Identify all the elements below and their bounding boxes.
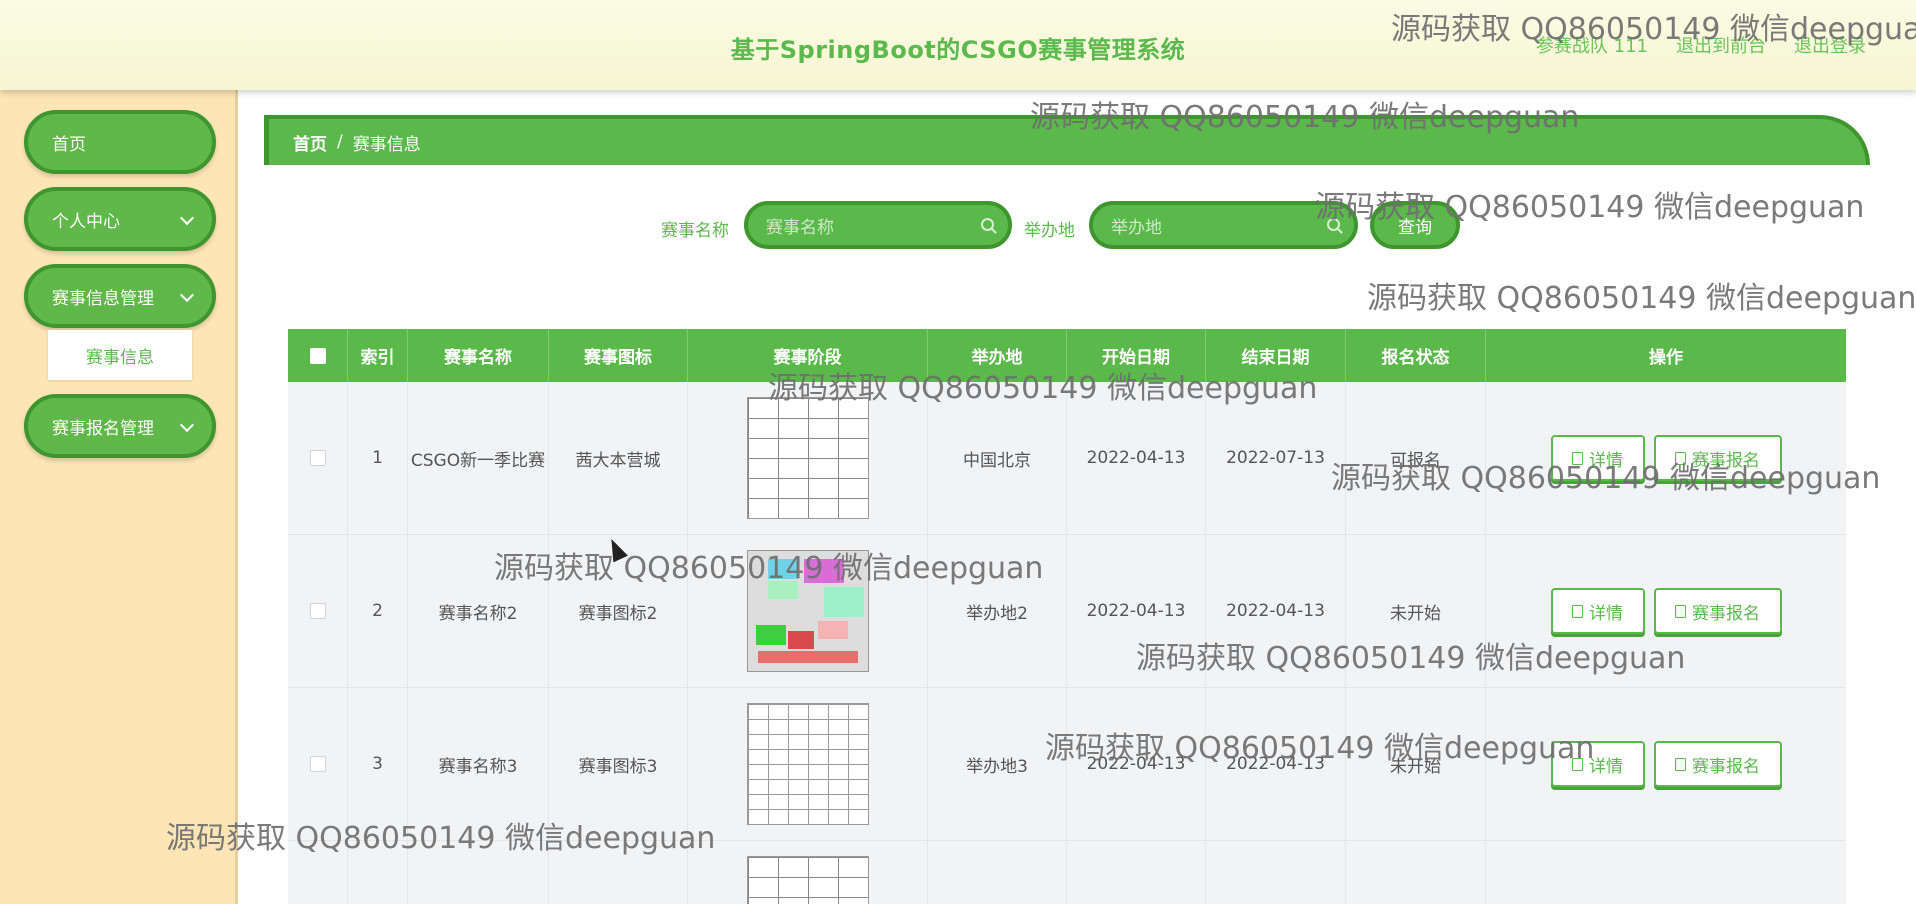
place-placeholder: 举办地 xyxy=(1111,217,1162,238)
watermark-text: 源码获取 QQ86050149 微信deepguan xyxy=(1315,190,1865,225)
watermark-text: 源码获取 QQ86050149 微信deepguan xyxy=(166,821,716,856)
stage-image[interactable] xyxy=(746,856,869,904)
actions-cell xyxy=(1486,841,1846,904)
breadcrumb-current: 赛事信息 xyxy=(352,134,421,155)
select-all-cell xyxy=(288,329,348,382)
start-date-cell xyxy=(1067,841,1206,904)
column-header: 操作 xyxy=(1649,348,1683,368)
sidebar-item-event-management[interactable]: 赛事信息管理 xyxy=(24,264,216,328)
event-name-input[interactable]: 赛事名称 xyxy=(744,201,1012,249)
select-all-checkbox[interactable] xyxy=(309,347,326,364)
chevron-down-icon xyxy=(179,417,195,433)
index-cell: 2 xyxy=(348,535,408,687)
breadcrumb-separator: / xyxy=(337,132,343,152)
column-header: 赛事名称 xyxy=(408,329,549,382)
chevron-down-icon xyxy=(179,287,195,303)
place-label: 举办地 xyxy=(1024,221,1075,241)
sidebar-divider xyxy=(235,90,238,904)
sidebar-item-label: 赛事报名管理 xyxy=(52,418,154,439)
row-checkbox[interactable] xyxy=(309,756,326,772)
sidebar-item-personal-center[interactable]: 个人中心 xyxy=(24,187,216,251)
event-stage-cell xyxy=(688,688,928,840)
place-cell xyxy=(928,841,1067,904)
column-header: 赛事图标 xyxy=(549,329,688,382)
event-icon-cell: 茜大本营城 xyxy=(549,382,688,534)
sidebar-item-label: 赛事信息管理 xyxy=(52,288,154,309)
stage-image[interactable] xyxy=(746,397,869,519)
watermark-text: 源码获取 QQ86050149 微信deepguan xyxy=(1367,281,1916,316)
breadcrumb-home[interactable]: 首页 xyxy=(293,130,327,155)
document-icon xyxy=(1572,604,1583,618)
sidebar-item-label: 个人中心 xyxy=(52,211,120,232)
event-name-cell: CSGO新一季比赛 xyxy=(408,382,549,534)
watermark-text: 源码获取 QQ86050149 微信deepguan xyxy=(1331,461,1881,496)
watermark-text: 源码获取 QQ86050149 微信deepguan xyxy=(1136,641,1686,676)
submenu-item-event-info[interactable]: 赛事信息 xyxy=(48,330,192,380)
stage-image[interactable] xyxy=(746,703,869,825)
search-icon xyxy=(981,218,994,231)
chevron-down-icon xyxy=(179,210,195,226)
event-name-label: 赛事名称 xyxy=(661,221,729,241)
event-stage-cell xyxy=(688,841,928,904)
event-name-placeholder: 赛事名称 xyxy=(766,217,834,238)
status-cell xyxy=(1346,841,1486,904)
watermark-text: 源码获取 QQ86050149 微信deepguan xyxy=(1391,12,1916,47)
watermark-text: 源码获取 QQ86050149 微信deepguan xyxy=(1030,100,1580,135)
row-select-cell xyxy=(288,382,348,534)
row-select-cell xyxy=(288,535,348,687)
column-header: 索引 xyxy=(348,329,408,382)
sidebar: 首页 个人中心 赛事信息管理 赛事信息 赛事报名管理 xyxy=(0,90,238,904)
end-date-cell xyxy=(1206,841,1346,904)
detail-button[interactable]: 详情 xyxy=(1550,588,1645,634)
sidebar-item-label: 首页 xyxy=(52,134,86,155)
document-icon xyxy=(1675,604,1686,618)
signup-button[interactable]: 赛事报名 xyxy=(1653,588,1782,634)
sidebar-item-signup-management[interactable]: 赛事报名管理 xyxy=(24,394,216,458)
signup-button[interactable]: 赛事报名 xyxy=(1653,741,1782,787)
index-cell: 1 xyxy=(348,382,408,534)
watermark-text: 源码获取 QQ86050149 微信deepguan xyxy=(494,551,1044,586)
signup-label: 赛事报名 xyxy=(1692,603,1760,624)
watermark-text: 源码获取 QQ86050149 微信deepguan xyxy=(768,371,1318,406)
column-header: 报名状态 xyxy=(1346,329,1486,382)
document-icon xyxy=(1675,757,1686,771)
watermark-text: 源码获取 QQ86050149 微信deepguan xyxy=(1045,731,1595,766)
sidebar-item-home[interactable]: 首页 xyxy=(24,110,216,174)
row-checkbox[interactable] xyxy=(309,603,326,619)
signup-label: 赛事报名 xyxy=(1692,756,1760,777)
row-checkbox[interactable] xyxy=(309,450,326,466)
detail-label: 详情 xyxy=(1589,603,1623,624)
